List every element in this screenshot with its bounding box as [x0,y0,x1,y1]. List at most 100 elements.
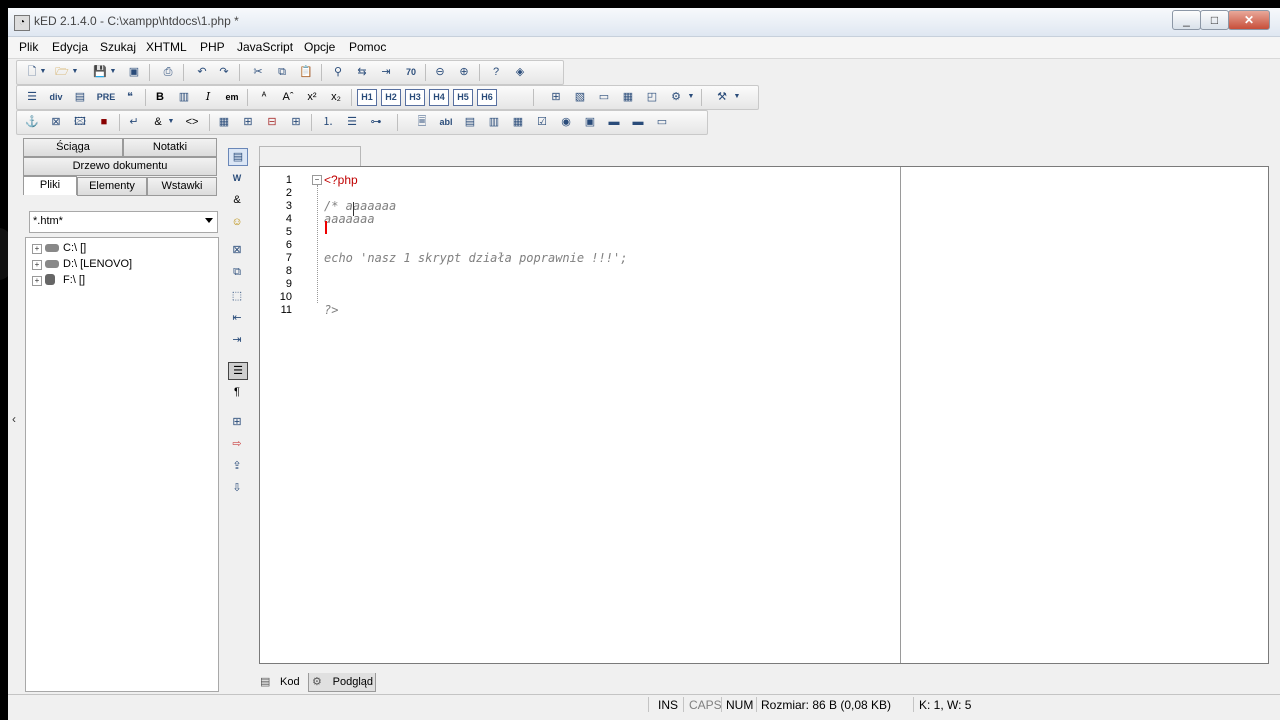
form-icon[interactable]: ▦ [619,89,637,105]
smiley-icon[interactable]: ☺ [228,214,246,230]
image-icon[interactable]: ▧ [571,89,589,105]
chevron-down-icon[interactable] [205,218,213,223]
expand-all-icon[interactable]: ⊞ [228,414,246,430]
close-doc-icon[interactable]: ⊠ [228,242,246,258]
comment-button[interactable]: <> [183,114,201,130]
chevron-down-icon[interactable]: ▼ [71,64,79,80]
heading-2-button[interactable]: H2 [381,89,401,106]
div-icon[interactable]: div [47,89,65,105]
undo-icon[interactable]: ↶ [193,64,211,80]
tab-drzewo-dokumentu[interactable]: Drzewo dokumentu [23,157,217,176]
cut-icon[interactable]: ✂ [249,64,267,80]
form-insert-icon[interactable]: 🗏 [413,114,431,130]
menu-plik[interactable]: Plik [19,40,38,54]
help-icon[interactable]: ? [487,64,505,80]
menu-php[interactable]: PHP [200,40,225,54]
expand-icon[interactable]: + [32,276,42,286]
toggle-panel-icon[interactable]: ▤ [228,148,248,166]
heading-5-button[interactable]: H5 [453,89,473,106]
export-icon[interactable]: ⇪ [228,458,246,474]
font-smaller-icon[interactable]: ᴬ [255,89,273,105]
menu-opcje[interactable]: Opcje [304,40,335,54]
em-button[interactable]: em [223,89,241,105]
indent-icon[interactable]: ⇥ [228,332,246,348]
textarea-icon[interactable]: ▤ [461,114,479,130]
reset-button-icon[interactable]: ▬ [629,114,647,130]
menu-pomoc[interactable]: Pomoc [349,40,386,54]
anchor-icon[interactable]: ⚓ [23,114,41,130]
table-col-icon[interactable]: ⊞ [287,114,305,130]
expand-icon[interactable]: + [32,260,42,270]
save-all-icon[interactable]: ▣ [125,64,143,80]
quote-icon[interactable]: ❝ [121,89,139,105]
select-icon[interactable]: ▥ [485,114,503,130]
paste-icon[interactable]: 📋 [297,64,315,80]
chevron-down-icon[interactable]: ▼ [109,64,117,80]
chevron-down-icon[interactable]: ▼ [167,114,175,130]
submit-button-icon[interactable]: ▬ [605,114,623,130]
code-editor[interactable]: 1 2 3 4 5 6 7 8 9 10 11 − <?php /* aaaaa… [259,166,1269,664]
tab-sciaga[interactable]: Ściąga [23,138,123,157]
table-insert-icon[interactable]: ▦ [215,114,233,130]
word-icon[interactable]: W [228,170,246,186]
hidden-field-icon[interactable]: ▭ [653,114,671,130]
radio-icon[interactable]: ◉ [557,114,575,130]
strong-icon[interactable]: ▥ [175,89,193,105]
ampersand-icon[interactable]: & [228,192,246,208]
zoom-in-icon[interactable]: ⊕ [455,64,473,80]
zoom-out-icon[interactable]: ⊖ [431,64,449,80]
file-filter-select[interactable]: *.htm* [29,211,218,233]
close-button[interactable]: ✕ [1228,10,1270,30]
collapse-panel-icon[interactable]: ‹ [12,412,16,426]
bold-button[interactable]: B [151,89,169,105]
pilcrow-icon[interactable]: ¶ [228,384,246,400]
heading-4-button[interactable]: H4 [429,89,449,106]
tab-pliki[interactable]: Pliki [23,176,77,195]
import-icon[interactable]: ⇩ [228,480,246,496]
menu-edycja[interactable]: Edycja [52,40,88,54]
print-icon[interactable]: ⎙ [159,64,177,80]
table-wizard-icon[interactable]: ⊞ [547,89,565,105]
open-folder-icon[interactable]: 🗁 [53,64,71,80]
paragraph-icon[interactable]: ☰ [23,89,41,105]
tab-elementy[interactable]: Elementy [77,177,147,196]
italic-button[interactable]: I [199,89,217,105]
unordered-list-icon[interactable]: ☰ [343,114,361,130]
fold-collapse-icon[interactable]: − [312,175,322,185]
chevron-down-icon[interactable]: ▼ [39,64,47,80]
word-wrap-icon[interactable]: ☰ [228,362,248,380]
pre-button[interactable]: PRE [95,89,117,105]
span-icon[interactable]: ▤ [71,89,89,105]
macro-icon[interactable]: ⇨ [228,436,246,452]
minimize-button[interactable]: _ [1172,10,1201,30]
frame-icon[interactable]: ▭ [595,89,613,105]
copy-icon[interactable]: ⧉ [273,64,291,80]
find-next-icon[interactable]: ⇥ [377,64,395,80]
checkbox-icon[interactable]: ☑ [533,114,551,130]
expand-icon[interactable]: + [32,244,42,254]
close-all-icon[interactable]: ⧉ [228,264,246,280]
insert-image-icon[interactable]: 🖾 [71,114,89,130]
image-button-icon[interactable]: ▣ [581,114,599,130]
line-break-icon[interactable]: ↵ [125,114,143,130]
preview-icon[interactable]: ◰ [643,89,661,105]
heading-1-button[interactable]: H1 [357,89,377,106]
save-icon[interactable]: 💾 [91,64,109,80]
listbox-icon[interactable]: ▦ [509,114,527,130]
redo-icon[interactable]: ↷ [215,64,233,80]
goto-line-icon[interactable]: 70 [401,64,421,80]
tab-wstawki[interactable]: Wstawki [147,177,217,196]
tab-notatki[interactable]: Notatki [123,138,217,157]
find-icon[interactable]: ⚲ [329,64,347,80]
plugins-icon[interactable]: ⚒ [713,89,731,105]
manual-icon[interactable]: ◈ [511,64,529,80]
chevron-down-icon[interactable]: ▼ [687,89,695,105]
select-icon[interactable]: ⬚ [228,288,246,304]
replace-icon[interactable]: ⇆ [353,64,371,80]
subscript-button[interactable]: x₂ [327,89,345,105]
tab-kod[interactable]: Kod [280,673,300,692]
chevron-down-icon[interactable]: ▼ [733,89,741,105]
superscript-button[interactable]: x² [303,89,321,105]
heading-6-button[interactable]: H6 [477,89,497,106]
map-icon[interactable]: ⊠ [47,114,65,130]
